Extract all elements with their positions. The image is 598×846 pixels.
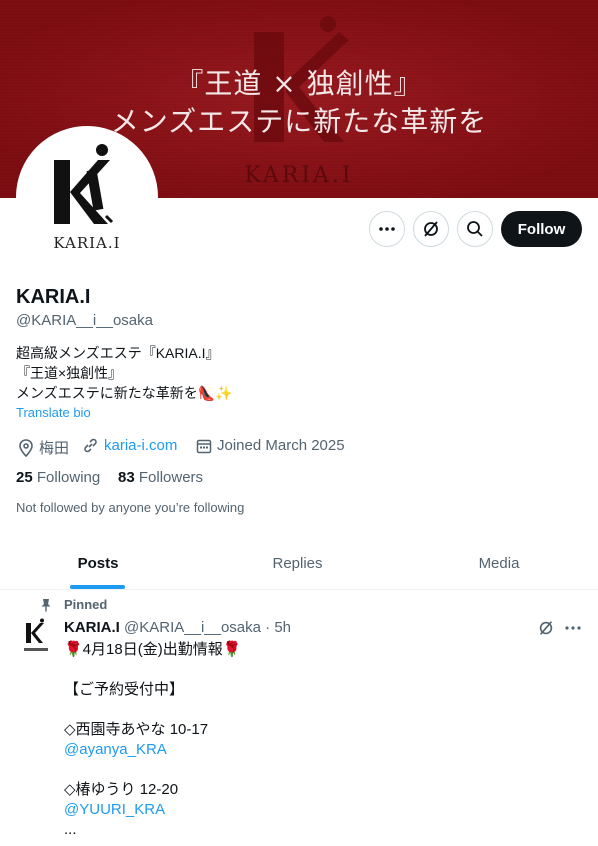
bio-line: 超高級メンズエステ『KARIA.I』 (16, 345, 220, 361)
more-icon (379, 227, 395, 231)
website-link[interactable]: karia-i.com (104, 437, 177, 454)
post-author-meta[interactable]: @KARIA__i__osaka · 5h (124, 619, 291, 636)
following-label: Following (36, 469, 101, 486)
brand-logo-icon (24, 618, 48, 651)
mention-link[interactable]: @YUURI_KRA (64, 800, 241, 820)
tab-replies[interactable]: Replies (198, 538, 397, 589)
profile-website[interactable]: karia-i.com (82, 437, 177, 454)
banner-headline: 『王道 × 独創性』 (175, 67, 423, 100)
display-name: KARIA.I (16, 286, 91, 308)
following-count-link[interactable]: 25 Following (16, 469, 100, 486)
mutual-followers-note: Not followed by anyone you’re following (16, 500, 245, 515)
link-icon (84, 438, 97, 453)
profile-bio: 超高級メンズエステ『KARIA.I』 『王道×独創性』 メンズエステに新たな革新… (16, 343, 233, 403)
tab-media[interactable]: Media (400, 538, 598, 589)
post-line: ... (64, 821, 77, 838)
avatar-brand-text: KARIA.I (53, 234, 121, 252)
follow-button[interactable]: Follow (501, 211, 582, 247)
grok-icon (539, 621, 553, 635)
grok-icon (424, 221, 438, 237)
active-tab-indicator (70, 585, 125, 589)
followers-count-link[interactable]: 83 Followers (118, 469, 203, 486)
user-handle: @KARIA__i__osaka (16, 312, 153, 329)
more-options-button[interactable] (369, 211, 405, 247)
joined-text: Joined March 2025 (217, 437, 345, 454)
pin-icon (41, 598, 51, 611)
post-line: 【ご予約受付中】 (64, 681, 185, 698)
post-line: ◇椿ゆうり 12-20 (64, 781, 179, 798)
tab-posts[interactable]: Posts (0, 538, 196, 589)
profile-avatar[interactable]: KARIA.I (16, 126, 158, 268)
post-line: ◇西園寺あやな 10-17 (64, 721, 209, 738)
mention-link[interactable]: @ayanya_KRA (64, 740, 241, 760)
search-button[interactable] (457, 211, 493, 247)
pinned-label: Pinned (64, 597, 108, 612)
following-count: 25 (16, 469, 33, 486)
post-author-name[interactable]: KARIA.I (64, 619, 120, 636)
profile-location: 梅田 (18, 437, 69, 458)
post-more-button[interactable] (564, 619, 582, 642)
location-pin-icon (19, 438, 33, 457)
location-text: 梅田 (39, 440, 70, 457)
post-grok-button[interactable] (537, 619, 555, 642)
brand-logo-icon (54, 144, 114, 224)
profile-joined: Joined March 2025 (196, 437, 345, 454)
post-author-avatar[interactable] (16, 617, 56, 657)
translate-bio-link[interactable]: Translate bio (16, 405, 91, 420)
post-text[interactable]: 🌹4月18日(金)出勤情報🌹 【ご予約受付中】 ◇西園寺あやな 10-17 @a… (64, 640, 241, 840)
more-icon (565, 626, 581, 630)
post-line: 🌹4月18日(金)出勤情報🌹 (64, 641, 242, 658)
post-header: KARIA.I @KARIA__i__osaka · 5h (64, 619, 291, 636)
pinned-indicator: Pinned (40, 597, 107, 612)
grok-button[interactable] (413, 211, 449, 247)
followers-label: Followers (138, 469, 204, 486)
search-icon (467, 221, 483, 237)
bio-line: メンズエステに新たな革新を👠✨ (16, 385, 233, 401)
calendar-icon (196, 439, 212, 453)
profile-tabs: Posts Replies Media (0, 538, 598, 590)
followers-count: 83 (118, 469, 135, 486)
bio-line: 『王道×独創性』 (16, 365, 123, 381)
